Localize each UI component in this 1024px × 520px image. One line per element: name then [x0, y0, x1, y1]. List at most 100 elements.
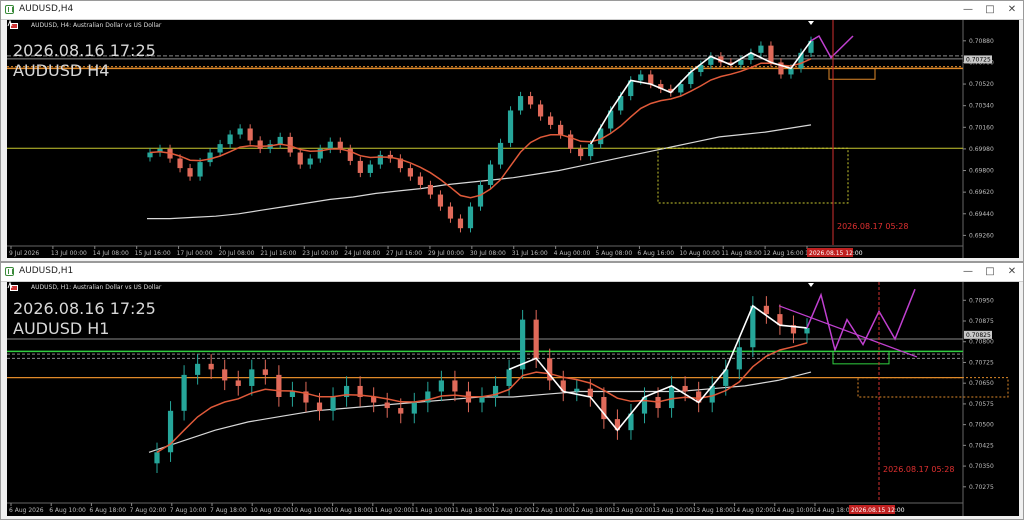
candle-body: [257, 140, 263, 149]
candle-body: [247, 128, 253, 141]
close-button[interactable]: ✕: [1005, 3, 1019, 17]
candle-body: [235, 380, 241, 386]
symbol-description: AUDUSD, H4: Australian Dollar vs US Doll…: [31, 22, 162, 29]
candle-body: [207, 152, 213, 163]
candle-body: [427, 184, 434, 195]
time-tick-label: 11 Aug 10:00: [411, 507, 452, 514]
price-chart-h4[interactable]: 0.708800.707000.705200.703400.701600.699…: [7, 20, 1019, 258]
time-tick-label: 14 Jul 08:00: [93, 250, 129, 257]
time-tick-label: 6 Aug 10:00: [49, 507, 86, 514]
time-tick-label: 11 Aug 18:00: [451, 507, 492, 514]
symbol-description: AUDUSD, H1: Australian Dollar vs US Doll…: [31, 284, 162, 291]
chart-canvas[interactable]: 0.70950 0.70875 0.70800 0.70725 0.70650 0.705…: [7, 282, 1019, 516]
trend-line: [778, 305, 918, 358]
chart-window-icon: [5, 267, 14, 276]
maximize-button[interactable]: □: [983, 3, 997, 17]
candle-body: [287, 136, 293, 153]
candle-body: [289, 391, 296, 397]
candle-body: [517, 96, 524, 111]
candle-body: [437, 194, 444, 207]
price-tick-label: 0.69440: [969, 211, 994, 218]
price-tick-label: 0.69980: [969, 146, 994, 153]
time-tick-label: 17 Jul 00:00: [177, 250, 213, 257]
time-tick-label: 10 Aug 10:00: [290, 507, 331, 514]
overlay-date: 2026.08.16 17:25: [13, 41, 156, 60]
price-tick-label: 0.70575: [969, 401, 994, 408]
chart-canvas[interactable]: 0.708800.707000.705200.703400.701600.699…: [7, 20, 1019, 258]
close-button[interactable]: ✕: [1005, 265, 1019, 279]
candle-body: [682, 385, 688, 392]
time-tick-label: 27 Jul 16:00: [386, 250, 422, 257]
candle-body: [367, 164, 373, 173]
candle-body: [668, 385, 675, 409]
overlay-symbol: AUDUSD H4: [13, 61, 110, 80]
current-price-label: 0.70825: [966, 332, 991, 339]
candle-body: [768, 45, 774, 63]
candle-body: [506, 369, 512, 386]
candle-body: [804, 327, 810, 334]
shift-marker-icon: [808, 283, 814, 287]
candle-body: [587, 388, 593, 397]
window-titlebar[interactable]: AUDUSD,H4 — □ ✕: [1, 1, 1023, 20]
time-tick-label: 15 Jul 16:00: [135, 250, 171, 257]
candle-body: [537, 104, 544, 117]
candle-body: [438, 380, 444, 392]
candle-body: [307, 158, 313, 165]
time-tick-label: 11 Aug 02:00: [371, 507, 412, 514]
time-tick-label: 29 Jul 00:00: [428, 250, 464, 257]
candle-body: [181, 374, 187, 411]
candle-body: [227, 134, 233, 145]
chart-window-h1[interactable]: AUDUSD,H1 — □ ✕ 0.70950 0.70875 0.70800 0.7…: [0, 262, 1024, 520]
chart-window-icon: [5, 5, 14, 14]
candle-body: [736, 347, 742, 370]
price-axis: 0.708800.707000.705200.703400.701600.699…: [963, 38, 994, 239]
time-tick-label: 13 Jul 00:00: [51, 250, 87, 257]
candle-body: [154, 452, 160, 464]
candle-body: [197, 162, 203, 177]
maximize-button[interactable]: □: [983, 265, 997, 279]
moving-average-fast: [149, 58, 812, 199]
time-badge-label: 2026.08.15 12:00: [809, 250, 863, 257]
minimize-button[interactable]: —: [961, 265, 975, 279]
window-titlebar[interactable]: AUDUSD,H1 — □ ✕: [1, 263, 1023, 282]
candle-body: [548, 116, 554, 125]
candle-body: [327, 141, 333, 149]
price-axis: 0.70950 0.70875 0.70800 0.70725 0.70650 0.705…: [963, 297, 994, 491]
price-tick-label: 0.70800: [969, 339, 994, 346]
price-tick-label: 0.70350: [969, 463, 994, 470]
time-tick-label: 6 Aug 18:00: [89, 507, 126, 514]
time-axis: 9 Jul 2026 13 Jul 00:00 14 Jul 08:00 15 Jul…: [9, 246, 826, 257]
candle-body: [177, 158, 183, 169]
minimize-button[interactable]: —: [961, 3, 975, 17]
overlay-symbol: AUDUSD H1: [13, 319, 110, 338]
candle-body: [763, 305, 769, 315]
price-chart-h1[interactable]: 0.70950 0.70875 0.70800 0.70725 0.70650 0.705…: [7, 282, 1019, 516]
price-tick-label: 0.70500: [969, 422, 994, 429]
candle-body: [648, 74, 654, 85]
candle-body: [237, 128, 243, 135]
price-tick-label: 0.70875: [969, 318, 994, 325]
candle-body: [297, 152, 303, 165]
price-tick-label: 0.70950: [969, 297, 994, 304]
time-tick-label: 23 Jul 00:00: [302, 250, 338, 257]
time-tick-label: 14 Aug 18:00: [813, 507, 854, 514]
candle-body: [497, 142, 504, 165]
candle-body: [357, 160, 363, 173]
candle-body: [330, 397, 336, 411]
projection-line: [810, 34, 854, 59]
chart-window-h4[interactable]: AUDUSD,H4 — □ ✕ 0.708800.707000.705200.7…: [0, 0, 1024, 262]
price-tick-label: 0.70160: [969, 124, 994, 131]
zone-box: [832, 350, 890, 365]
candle-body: [467, 206, 474, 229]
candle-body: [398, 408, 404, 414]
time-marker-label: 2026.08.17 05:28: [883, 465, 954, 474]
price-tick-label: 0.70340: [969, 103, 994, 110]
candle-body: [533, 319, 539, 359]
time-tick-label: 12 Aug 10:00: [532, 507, 573, 514]
candle-body: [578, 148, 584, 157]
time-tick-label: 10 Aug 00:00: [679, 250, 720, 257]
zone-box: [828, 67, 876, 80]
candle-body: [337, 141, 343, 149]
candle-body: [588, 144, 594, 157]
candle-body: [487, 164, 494, 185]
